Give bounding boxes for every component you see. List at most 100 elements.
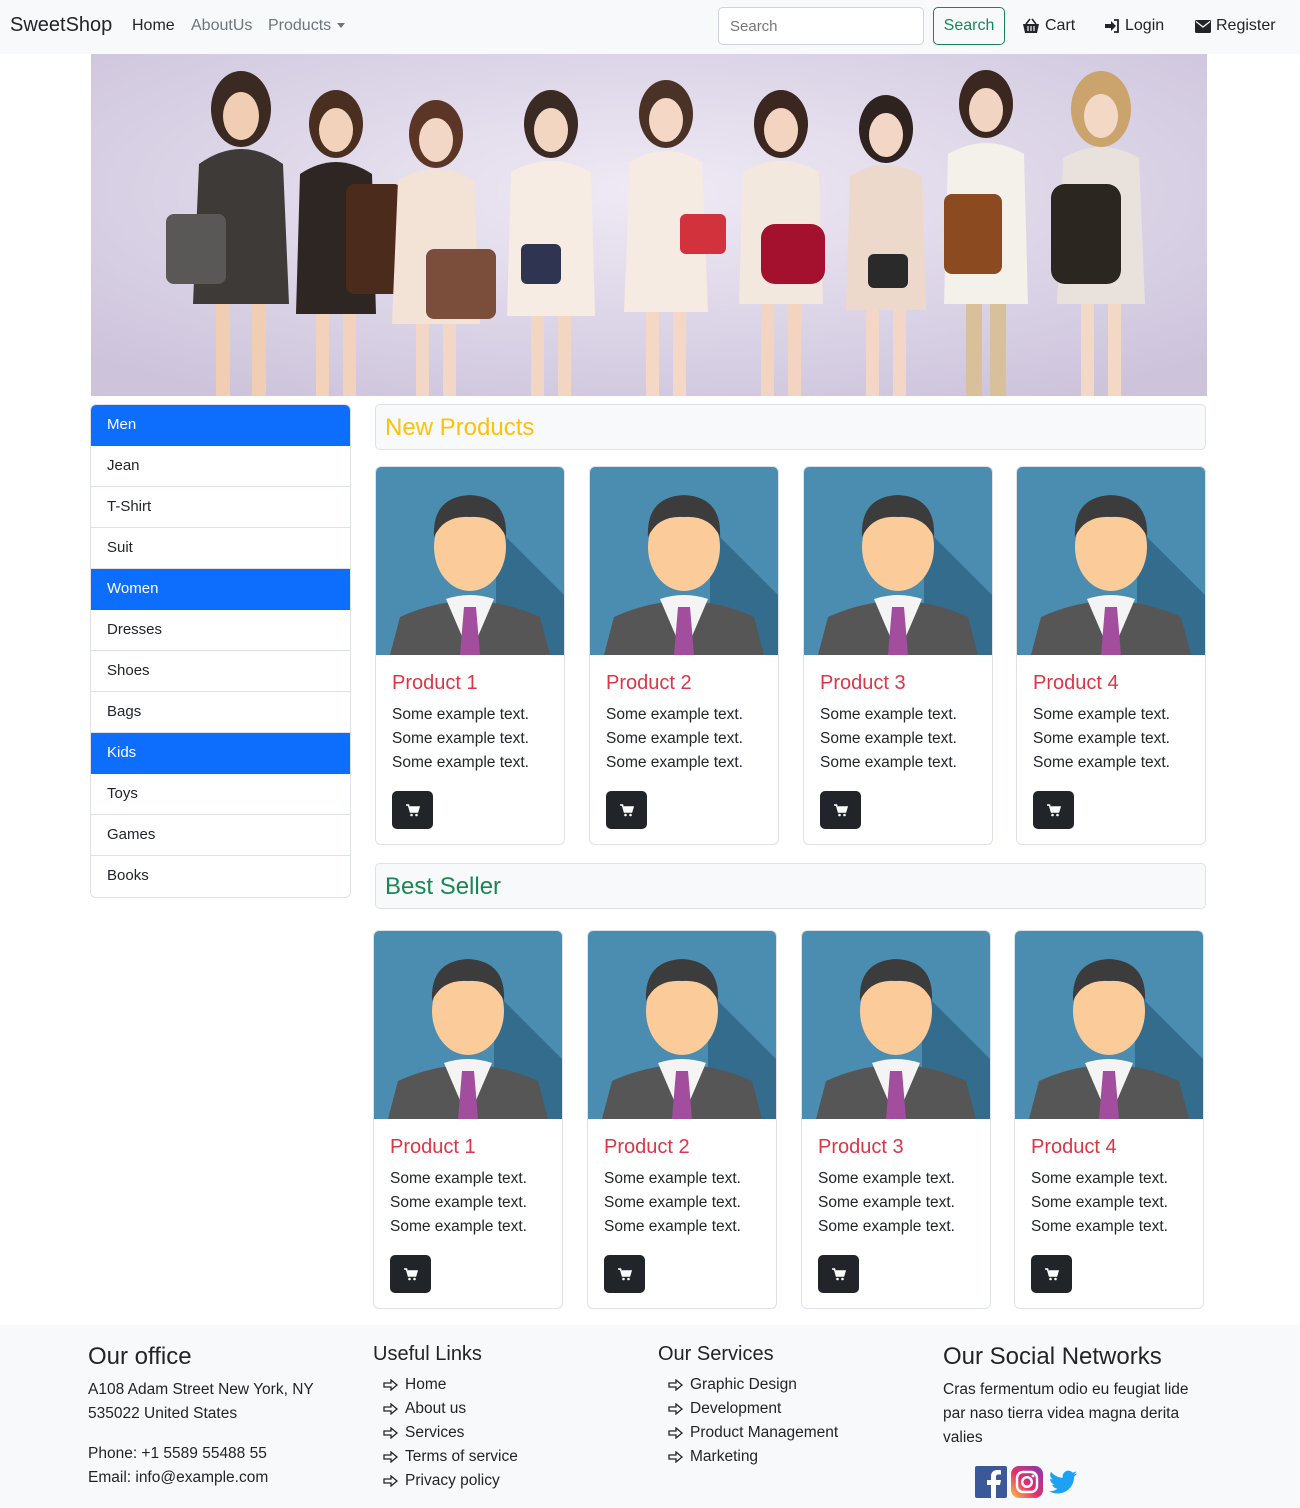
register-link[interactable]: Register	[1195, 17, 1276, 35]
footer-link-label: Home	[405, 1376, 447, 1393]
navbar: SweetShop Home AboutUs Products Search C…	[0, 0, 1300, 54]
avatar-image	[376, 467, 564, 655]
services-heading: Our Services	[658, 1343, 774, 1365]
product-title[interactable]: Product 1	[390, 1135, 562, 1159]
arrow-right-icon	[668, 1427, 684, 1439]
arrow-right-icon	[668, 1451, 684, 1463]
cart-icon	[617, 1267, 632, 1280]
facebook-icon[interactable]	[975, 1466, 1007, 1498]
login-link[interactable]: Login	[1104, 17, 1164, 35]
sidebar-item-kids[interactable]: Kids	[91, 733, 350, 774]
avatar-image	[802, 931, 990, 1119]
footer-link-services[interactable]: Services	[383, 1421, 518, 1445]
twitter-icon[interactable]	[1047, 1466, 1079, 1498]
chevron-down-icon	[337, 23, 346, 29]
product-description: Some example text. Some example text. So…	[818, 1170, 955, 1235]
basket-icon	[1023, 18, 1039, 33]
social-description: Cras fermentum odio eu feugiat lide par …	[943, 1381, 1189, 1446]
product-title[interactable]: Product 4	[1031, 1135, 1203, 1159]
sidebar-item-women[interactable]: Women	[91, 569, 350, 610]
arrow-right-icon	[383, 1403, 399, 1415]
sidebar-item-games[interactable]: Games	[91, 815, 350, 856]
arrow-right-icon	[383, 1379, 399, 1391]
footer-link-about[interactable]: About us	[383, 1397, 518, 1421]
footer-link-home[interactable]: Home	[383, 1373, 518, 1397]
footer-link-label: Terms of service	[405, 1448, 518, 1465]
category-sidebar: Men Jean T-Shirt Suit Women Dresses Shoe…	[90, 404, 351, 898]
product-title[interactable]: Product 1	[392, 671, 564, 695]
add-to-cart-button[interactable]	[604, 1255, 645, 1293]
cart-icon	[833, 803, 848, 816]
service-product-management[interactable]: Product Management	[668, 1421, 838, 1445]
service-development[interactable]: Development	[668, 1397, 838, 1421]
footer-link-label: Services	[405, 1424, 465, 1441]
sign-in-icon	[1105, 19, 1119, 33]
useful-links-heading: Useful Links	[373, 1343, 482, 1365]
footer-link-label: Privacy policy	[405, 1472, 500, 1489]
product-title[interactable]: Product 3	[818, 1135, 990, 1159]
sidebar-item-t-shirt[interactable]: T-Shirt	[91, 487, 350, 528]
product-title[interactable]: Product 4	[1033, 671, 1205, 695]
sidebar-item-men[interactable]: Men	[91, 405, 350, 446]
avatar-image	[588, 931, 776, 1119]
arrow-right-icon	[668, 1379, 684, 1391]
sidebar-item-shoes[interactable]: Shoes	[91, 651, 350, 692]
cart-link[interactable]: Cart	[1022, 17, 1075, 35]
product-title[interactable]: Product 2	[604, 1135, 776, 1159]
service-label: Marketing	[690, 1448, 759, 1465]
product-card: Product 2 Some example text. Some exampl…	[589, 466, 779, 845]
arrow-right-icon	[668, 1403, 684, 1415]
sidebar-item-toys[interactable]: Toys	[91, 774, 350, 815]
best-seller-heading: Best Seller	[375, 863, 1206, 909]
add-to-cart-button[interactable]	[818, 1255, 859, 1293]
footer-link-terms[interactable]: Terms of service	[383, 1445, 518, 1469]
avatar-image	[590, 467, 778, 655]
service-label: Graphic Design	[690, 1376, 797, 1393]
sidebar-item-books[interactable]: Books	[91, 856, 350, 897]
add-to-cart-button[interactable]	[1033, 791, 1074, 829]
product-description: Some example text. Some example text. So…	[1031, 1170, 1168, 1235]
sidebar-item-bags[interactable]: Bags	[91, 692, 350, 733]
nav-products-dropdown[interactable]: Products	[268, 17, 346, 35]
brand-logo[interactable]: SweetShop	[10, 14, 112, 37]
avatar-image	[1015, 931, 1203, 1119]
envelope-icon	[1195, 19, 1211, 33]
product-description: Some example text. Some example text. So…	[392, 706, 529, 771]
product-description: Some example text. Some example text. So…	[1033, 706, 1170, 771]
search-button[interactable]: Search	[933, 7, 1005, 45]
add-to-cart-button[interactable]	[820, 791, 861, 829]
product-description: Some example text. Some example text. So…	[606, 706, 743, 771]
add-to-cart-button[interactable]	[390, 1255, 431, 1293]
product-title[interactable]: Product 2	[606, 671, 778, 695]
nav-about-link[interactable]: AboutUs	[191, 17, 252, 35]
useful-links-list: Home About us Services Terms of service …	[383, 1373, 518, 1493]
product-title[interactable]: Product 3	[820, 671, 992, 695]
cart-icon	[1044, 1267, 1059, 1280]
add-to-cart-button[interactable]	[606, 791, 647, 829]
sidebar-item-suit[interactable]: Suit	[91, 528, 350, 569]
instagram-icon[interactable]	[1011, 1466, 1043, 1498]
sidebar-item-jean[interactable]: Jean	[91, 446, 350, 487]
sidebar-item-dresses[interactable]: Dresses	[91, 610, 350, 651]
footer-link-privacy[interactable]: Privacy policy	[383, 1469, 518, 1493]
arrow-right-icon	[383, 1475, 399, 1487]
service-graphic-design[interactable]: Graphic Design	[668, 1373, 838, 1397]
add-to-cart-button[interactable]	[1031, 1255, 1072, 1293]
hero-banner	[91, 54, 1207, 396]
office-email: Email: info@example.com	[88, 1469, 269, 1486]
nav-home-link[interactable]: Home	[132, 17, 175, 35]
cart-icon	[831, 1267, 846, 1280]
cart-icon	[619, 803, 634, 816]
service-label: Product Management	[690, 1424, 839, 1441]
search-input[interactable]	[718, 7, 924, 45]
office-phone: Phone: +1 5589 55488 55	[88, 1445, 267, 1462]
login-label: Login	[1125, 17, 1165, 34]
product-description: Some example text. Some example text. So…	[604, 1170, 741, 1235]
avatar-image	[804, 467, 992, 655]
product-card: Product 3 Some example text. Some exampl…	[803, 466, 993, 845]
footer-link-label: About us	[405, 1400, 467, 1417]
service-marketing[interactable]: Marketing	[668, 1445, 838, 1469]
add-to-cart-button[interactable]	[392, 791, 433, 829]
product-card: Product 1 Some example text. Some exampl…	[373, 930, 563, 1309]
avatar-image	[1017, 467, 1205, 655]
